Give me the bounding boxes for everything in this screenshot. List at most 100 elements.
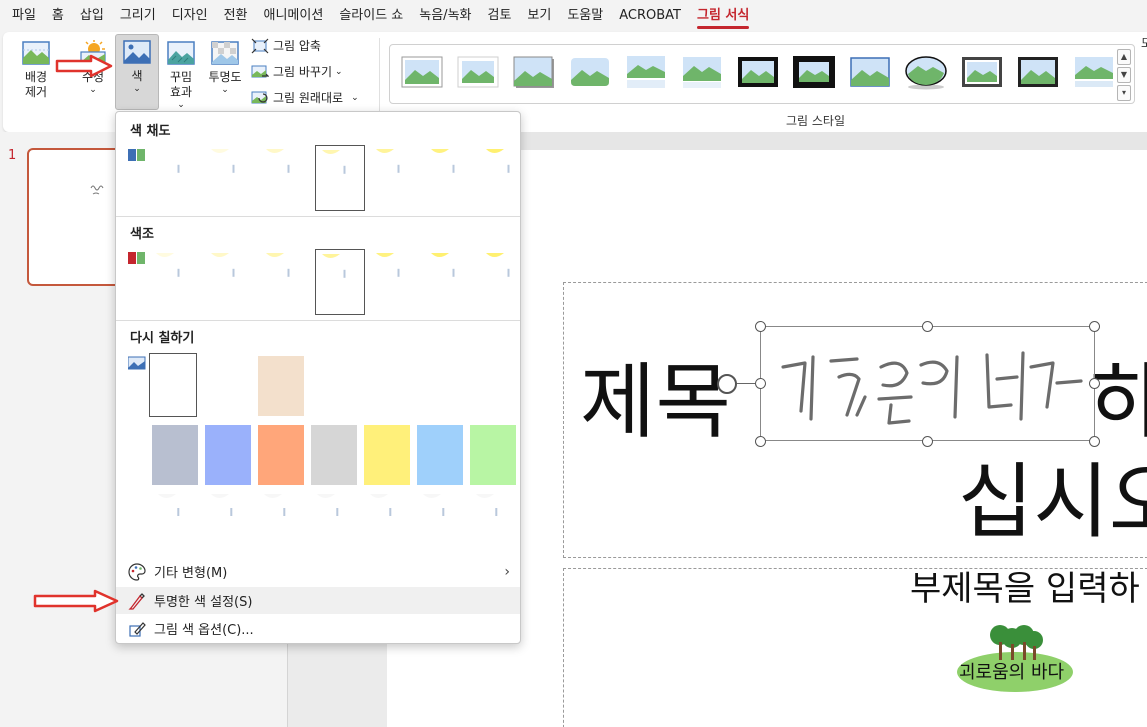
resize-handle-top-left[interactable] <box>755 321 766 332</box>
tone-option-3[interactable] <box>260 249 310 315</box>
tone-option-6[interactable] <box>425 249 475 315</box>
resize-handle-bottom-right[interactable] <box>1089 436 1100 447</box>
resize-handle-top[interactable] <box>922 321 933 332</box>
color-chevron-icon: ⌄ <box>133 84 141 94</box>
recolor-light-option-2[interactable] <box>205 490 251 550</box>
reset-picture-button[interactable]: 그림 원래대로 ⌄ <box>251 89 359 106</box>
picture-style-soft-edge-icon[interactable] <box>680 54 724 90</box>
resize-handle-right[interactable] <box>1089 378 1100 389</box>
tone-option-4[interactable] <box>315 249 365 315</box>
picture-style-simple-frame-icon[interactable] <box>400 54 444 90</box>
recolor-grayscale[interactable] <box>204 353 252 417</box>
saturation-option-2[interactable] <box>205 145 255 211</box>
recolor-light-option-3[interactable] <box>258 490 304 550</box>
transparency-button[interactable]: 투명도 ⌄ <box>203 36 247 95</box>
color-label: 색 <box>131 69 143 83</box>
set-transparent-color-menu-item[interactable]: 투명한 색 설정(S) <box>116 587 520 614</box>
tab-insert[interactable]: 삽입 <box>72 0 112 32</box>
recolor-light-option-7[interactable] <box>470 490 516 550</box>
picture-style-black-frame-icon[interactable] <box>736 54 780 90</box>
tab-design[interactable]: 디자인 <box>164 0 216 32</box>
tab-home[interactable]: 홈 <box>44 0 72 32</box>
picture-style-shadow-icon[interactable] <box>512 54 556 90</box>
tab-transitions[interactable]: 전환 <box>216 0 256 32</box>
gallery-more-icon[interactable]: ▾ <box>1117 85 1131 101</box>
resize-handle-left[interactable] <box>755 378 766 389</box>
picture-border-label-cut[interactable]: 모 <box>1141 34 1147 51</box>
tab-slideshow[interactable]: 슬라이드 쇼 <box>331 0 411 32</box>
slide-title-line1-left: 제목 <box>580 355 731 450</box>
change-picture-chevron-icon: ⌄ <box>335 66 343 77</box>
gallery-scroll-up-icon[interactable]: ▲ <box>1117 49 1131 65</box>
set-transparent-color-label: 투명한 색 설정(S) <box>154 595 253 610</box>
picture-style-thick-black-frame-icon[interactable] <box>792 54 836 90</box>
picture-style-bevel-icon[interactable] <box>848 54 892 90</box>
picture-style-metal-frame-icon[interactable] <box>960 54 1004 90</box>
saturation-option-6[interactable] <box>425 145 475 211</box>
resize-handle-top-right[interactable] <box>1089 321 1100 332</box>
recolor-color-option-3[interactable] <box>258 425 304 485</box>
artistic-effects-label-2: 효과 <box>169 85 193 99</box>
saturation-option-1[interactable] <box>150 145 200 211</box>
picture-style-rounded-icon[interactable] <box>568 54 612 90</box>
picture-style-oval-icon[interactable] <box>904 54 948 90</box>
recolor-light-option-2-preview <box>211 494 233 516</box>
artistic-effects-button[interactable]: 꾸밈 효과 ⌄ <box>163 36 199 110</box>
saturation-option-5[interactable] <box>370 145 420 211</box>
rotate-handle-connector <box>737 383 755 384</box>
rotate-handle-icon[interactable] <box>717 374 737 394</box>
picture-style-white-frame-icon[interactable] <box>456 54 500 90</box>
tone-option-1[interactable] <box>150 249 200 315</box>
slide-thumbnail-preview <box>90 185 104 195</box>
saturation-option-3[interactable] <box>260 145 310 211</box>
tab-acrobat[interactable]: ACROBAT <box>611 0 689 32</box>
gallery-scroll-down-icon[interactable]: ▼ <box>1117 67 1131 83</box>
tone-option-7[interactable] <box>480 249 530 315</box>
picture-style-perspective-icon[interactable] <box>1072 54 1116 90</box>
tab-record[interactable]: 녹음/녹화 <box>411 0 479 32</box>
saturation-option-7[interactable] <box>480 145 530 211</box>
recolor-light-option-5[interactable] <box>364 490 410 550</box>
recolor-color-option-6[interactable] <box>417 425 463 485</box>
logo-image[interactable]: 괴로움의 바다 <box>950 622 1080 694</box>
recolor-no-recolor[interactable] <box>149 353 197 417</box>
recolor-color-option-4[interactable] <box>311 425 357 485</box>
recolor-color-option-7[interactable] <box>470 425 516 485</box>
recolor-light-option-6[interactable] <box>417 490 463 550</box>
tone-option-5[interactable] <box>370 249 420 315</box>
recolor-sepia[interactable] <box>258 356 304 416</box>
recolor-light-option-1[interactable] <box>152 490 198 550</box>
saturation-option-4[interactable] <box>315 145 365 211</box>
recolor-color-option-2[interactable] <box>205 425 251 485</box>
tab-view[interactable]: 보기 <box>519 0 559 32</box>
recolor-light-option-4[interactable] <box>311 490 357 550</box>
change-picture-button[interactable]: 그림 바꾸기 ⌄ <box>251 63 343 80</box>
tab-review[interactable]: 검토 <box>480 0 520 32</box>
tab-animations[interactable]: 애니메이션 <box>256 0 332 32</box>
picture-color-options-menu-item[interactable]: 그림 색 옵션(C)... <box>116 615 520 642</box>
color-button[interactable]: 색 ⌄ <box>115 34 159 110</box>
resize-handle-bottom[interactable] <box>922 436 933 447</box>
tab-file[interactable]: 파일 <box>4 0 44 32</box>
recolor-color-option-1[interactable] <box>152 425 198 485</box>
recolor-icon <box>128 356 146 370</box>
artistic-effects-label-1: 꾸밈 <box>169 70 193 84</box>
selected-picture[interactable] <box>760 326 1095 441</box>
recolor-color-option-5[interactable] <box>364 425 410 485</box>
compress-pictures-button[interactable]: 그림 압축 <box>251 37 321 54</box>
remove-background-label-2: 제거 <box>24 85 48 99</box>
change-picture-icon <box>251 65 269 77</box>
tab-picture-format[interactable]: 그림 서식 <box>689 0 757 32</box>
reset-picture-chevron-icon: ⌄ <box>351 92 359 103</box>
picture-style-reflection-icon[interactable] <box>624 54 668 90</box>
more-variations-menu-item[interactable]: 기타 변형(M) › <box>116 558 520 585</box>
resize-handle-bottom-left[interactable] <box>755 436 766 447</box>
slide-thumbnail-1[interactable] <box>27 148 123 286</box>
submenu-arrow-icon: › <box>504 563 510 580</box>
tab-help[interactable]: 도움말 <box>559 0 611 32</box>
picture-style-double-frame-icon[interactable] <box>1016 54 1060 90</box>
tab-draw[interactable]: 그리기 <box>112 0 164 32</box>
remove-background-button[interactable]: 배경 제거 <box>17 36 55 100</box>
tone-option-2[interactable] <box>205 249 255 315</box>
picture-color-icon <box>123 40 151 64</box>
